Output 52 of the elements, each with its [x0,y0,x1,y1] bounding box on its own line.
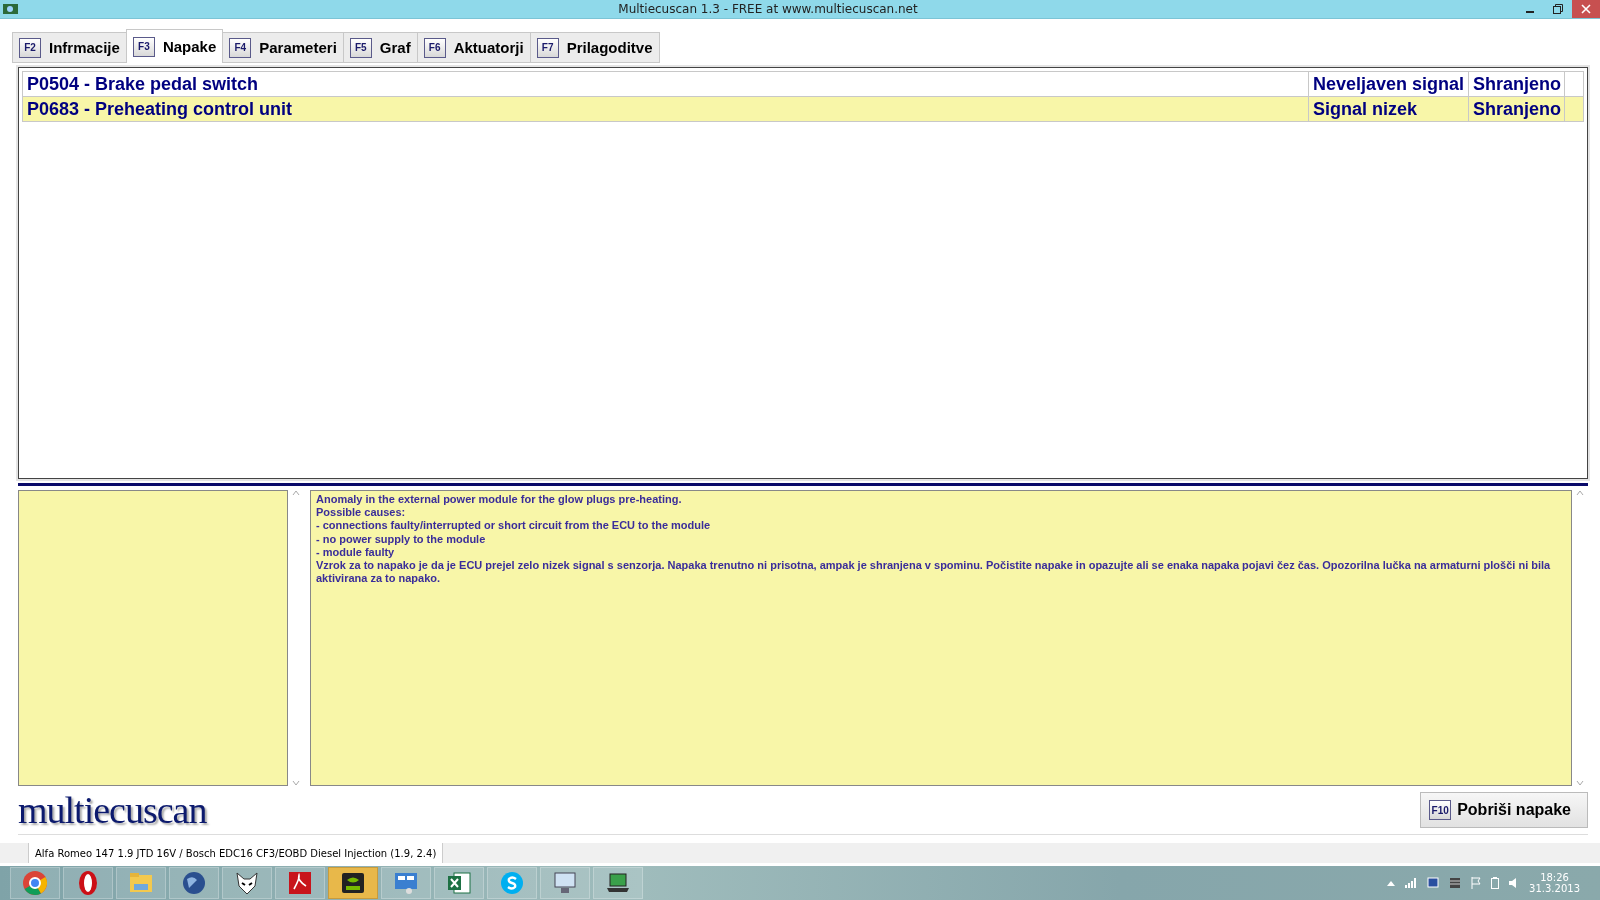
close-icon [1581,4,1591,14]
description-text: - connections faulty/interrupted or short circuit from the ECU to the module [316,519,712,533]
fault-row[interactable]: P0683 - Preheating control unit Signal nizek Shranjeno [23,97,1583,122]
description-text: Anomaly in the external power module for the glow plugs pre-heating. [316,493,683,507]
taskbar-app-button[interactable] [328,867,378,899]
fault-code-cell: P0504 - Brake pedal switch [23,72,1309,96]
clear-faults-button[interactable]: F10 Pobriši napake [1420,792,1588,828]
restore-icon [1553,4,1563,14]
tab[interactable]: F5 Graf [342,32,418,63]
signal-icon [1405,878,1418,888]
fox-mask-icon [234,870,260,896]
fault-status-cell: Shranjeno [1469,72,1565,96]
graphics-card-icon [340,870,366,896]
tab[interactable]: F4 Parameteri [222,32,344,63]
stack-icon [1449,877,1462,889]
key-label: F6 [423,37,446,58]
screen-icon [1427,877,1440,889]
chat-icon [499,870,525,896]
browser-icon [22,870,48,896]
clock-date: 31.3.2013 [1529,883,1580,894]
fault-type-cell: Neveljaven signal [1309,72,1469,96]
tab[interactable]: F2 Infrmacije [12,32,127,63]
close-button[interactable] [1572,0,1600,18]
window-title: Multiecuscan 1.3 - FREE at www.multiecuscan.net [617,2,919,16]
description-text: - module faulty [316,545,396,559]
document-icon [287,870,313,896]
control-panel-icon [393,870,419,896]
key-label: F4 [229,37,252,58]
key-label: F7 [536,37,559,58]
fault-status-cell: Shranjeno [1469,97,1565,121]
key-label: F10 [1429,800,1452,820]
flag-icon [1471,877,1482,889]
spreadsheet-icon [446,870,472,896]
clock-time: 18:26 [1540,872,1569,883]
caret-icon [1387,880,1396,886]
battery-icon [1491,877,1500,889]
description-text: Possible causes: [316,506,407,520]
fault-code-cell: P0683 - Preheating control unit [23,97,1309,121]
description-text: - no power supply to the module [316,532,487,546]
status-text: Alfa Romeo 147 1.9 JTD 16V / Bosch EDC16 CF3/EOBD Diesel Injection (1.9, 2.4) [28,843,444,863]
key-label: F3 [132,36,155,57]
fault-row[interactable]: P0504 - Brake pedal switch Neveljaven signal Shranjeno [23,72,1583,97]
fault-type-cell: Signal nizek [1309,97,1469,121]
logo: multiecuscan [18,791,207,829]
key-label: F2 [19,37,41,58]
globe-icon [181,870,207,896]
tab[interactable]: F7 Prilagoditve [529,32,660,63]
monitor-icon [552,870,578,896]
app-icon [2,2,20,16]
description-text: Vzrok za to napako je da je ECU prejel zelo nizek signal s senzorja. Napaka trenutno ni prisotna, ampak je shranjena v spominu. Počistite napake in opazujte ali se enaka napaka pojavi čez čas. Opozorilna lučka na armaturni plošči ni bila aktivirana za to napako. [316,559,1552,586]
key-label: F5 [349,37,372,58]
tab[interactable]: F6 Aktuatorji [416,32,531,63]
